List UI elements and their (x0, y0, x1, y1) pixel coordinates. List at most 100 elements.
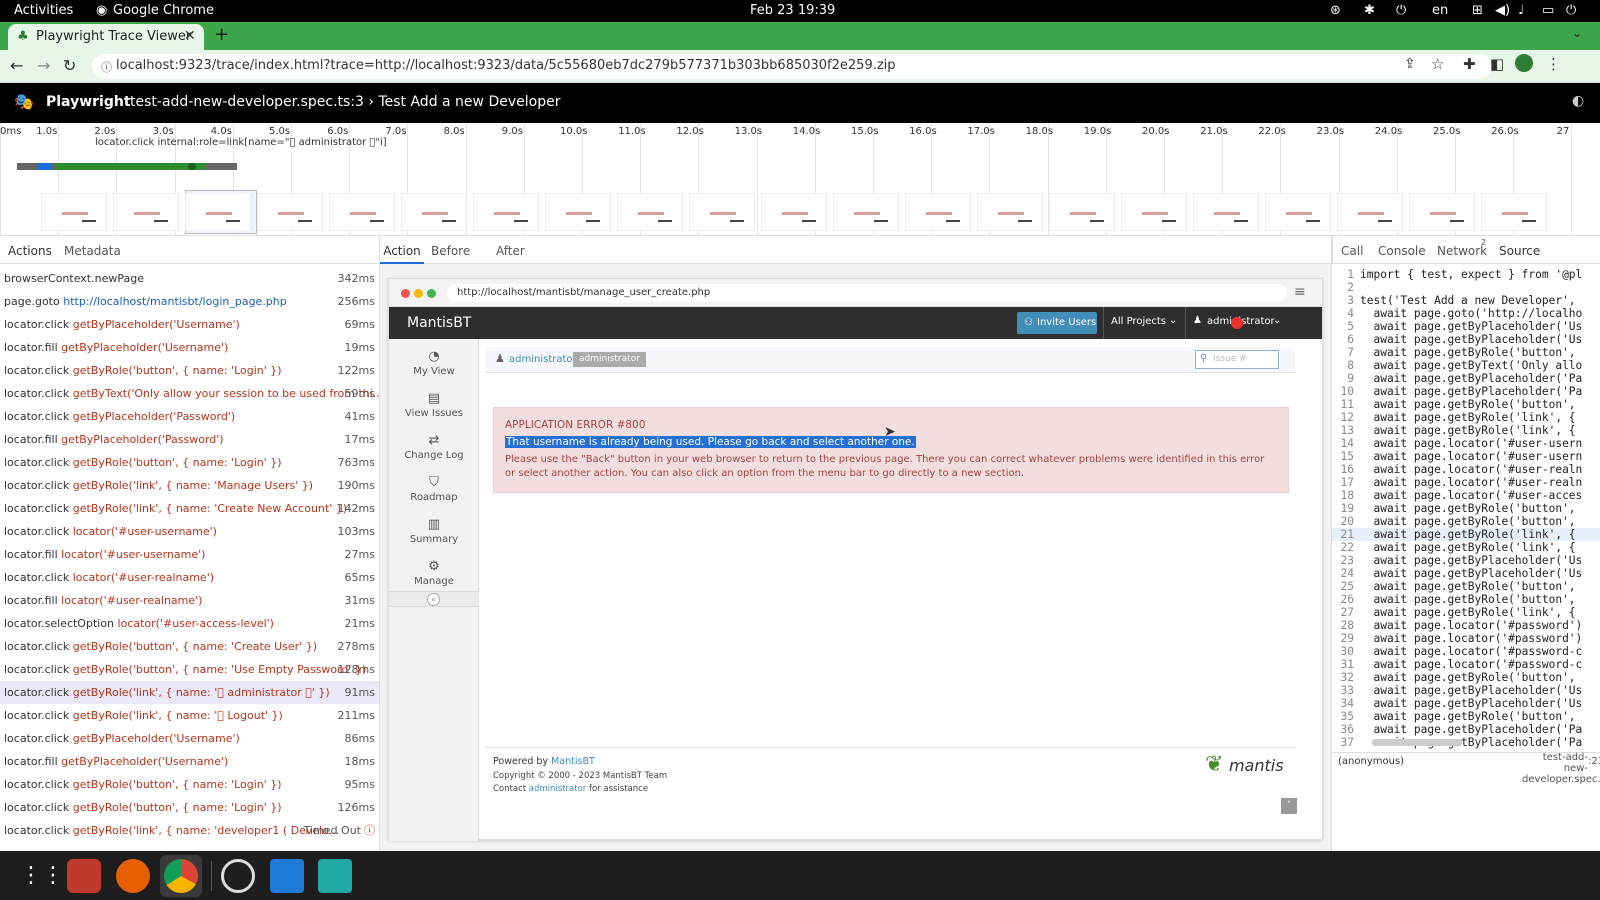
filmstrip-thumbnail[interactable] (1121, 193, 1187, 231)
chrome-dock-active[interactable] (160, 855, 202, 897)
action-row[interactable]: locator.click getByPlaceholder('Username… (0, 313, 379, 336)
chrome-menu-icon[interactable]: ⋮ (1546, 55, 1561, 73)
filmstrip-thumbnail[interactable] (545, 193, 611, 231)
vscode-icon[interactable] (270, 859, 304, 893)
back-icon[interactable]: ← (10, 56, 23, 75)
sidebar-item[interactable]: ⇄ Change Log (389, 429, 479, 471)
sidebar-item[interactable]: ▥ Summary (389, 513, 479, 555)
sidebar-item[interactable]: ◔ My View (389, 345, 479, 387)
action-row[interactable]: locator.click getByRole('button', { name… (0, 635, 379, 658)
extensions-icon[interactable]: ✚ (1463, 55, 1476, 73)
action-row[interactable]: locator.click locator('#user-realname') 6… (0, 566, 379, 589)
filmstrip-thumbnail[interactable] (1409, 193, 1475, 231)
clock[interactable]: Feb 23 19:39 (750, 3, 835, 18)
battery-icon[interactable]: ▭ (1542, 3, 1554, 18)
site-info-icon[interactable]: ⓘ (101, 59, 112, 75)
action-row[interactable]: locator.fill getByPlaceholder('Username'… (0, 750, 379, 773)
power-menu-icon[interactable]: ⏻ (1566, 3, 1576, 18)
mantis-brand[interactable]: MantisBT (407, 315, 471, 331)
all-projects-dropdown[interactable]: All Projects (1111, 316, 1166, 327)
action-row[interactable]: locator.click getByRole('button', { name… (0, 658, 379, 681)
address-bar[interactable]: ⓘ localhost:9323/trace/index.html?trace=… (92, 54, 1492, 79)
action-row[interactable]: locator.click getByPlaceholder('Username… (0, 727, 379, 750)
filmstrip-thumbnail[interactable] (617, 193, 683, 231)
tab-metadata[interactable]: Metadata (64, 244, 121, 258)
tab-actions[interactable]: Actions (8, 244, 52, 258)
tab-call[interactable]: Call (1341, 244, 1363, 258)
action-row[interactable]: locator.click getByRole('button', { name… (0, 451, 379, 474)
tab-search-icon[interactable]: ⌄ (1572, 26, 1582, 40)
language-indicator[interactable]: en (1432, 3, 1448, 18)
action-row[interactable]: locator.click getByRole('link', { name: … (0, 681, 379, 704)
tab-console[interactable]: Console (1378, 244, 1426, 258)
app-menu[interactable]: Google Chrome (113, 3, 214, 18)
stack-frame-fn[interactable]: (anonymous) (1338, 756, 1404, 767)
share-icon[interactable]: ⇪ (1404, 56, 1416, 72)
filmstrip-thumbnail[interactable] (689, 193, 755, 231)
sidebar-item[interactable]: ▤ View Issues (389, 387, 479, 429)
scroll-top-button[interactable]: ˄ (1281, 798, 1297, 814)
sidebar-collapse[interactable]: « (389, 591, 479, 607)
filmstrip-thumbnail[interactable] (41, 193, 107, 231)
obs-icon[interactable] (221, 859, 255, 893)
network-icon[interactable]: ⊞ (1472, 3, 1483, 18)
action-row[interactable]: locator.fill locator('#user-realname') 31… (0, 589, 379, 612)
filmstrip-thumbnail[interactable] (185, 193, 251, 231)
action-row[interactable]: locator.click getByRole('link', { name: … (0, 819, 379, 842)
reload-icon[interactable]: ↻ (63, 56, 76, 75)
mantisbt-link[interactable]: MantisBT (551, 756, 595, 767)
power-tray-icon[interactable]: ⏻ (1396, 3, 1406, 18)
forward-icon[interactable]: → (37, 56, 50, 75)
filmstrip-thumbnail[interactable] (1337, 193, 1403, 231)
filmstrip-thumbnail[interactable] (401, 193, 467, 231)
filmstrip-thumbnail[interactable] (1193, 193, 1259, 231)
snapshot-menu-icon[interactable]: ≡ (1294, 284, 1306, 300)
theme-toggle-icon[interactable]: ◐ (1572, 93, 1584, 109)
tab-after[interactable]: After (496, 244, 525, 258)
issue-search-input[interactable]: ⚲ Issue # (1195, 350, 1279, 369)
action-row[interactable]: locator.click getByRole('button', { name… (0, 796, 379, 819)
action-row[interactable]: locator.click getByRole('link', { name: … (0, 704, 379, 727)
filmstrip-thumbnail[interactable] (977, 193, 1043, 231)
action-row[interactable]: locator.click getByRole('button', { name… (0, 773, 379, 796)
sidebar-item[interactable]: ⛉ Roadmap (389, 471, 479, 513)
apps-grid-icon[interactable]: ⋮⋮ (20, 859, 64, 893)
dbeaver-icon[interactable] (67, 859, 101, 893)
activities-button[interactable]: Activities (14, 3, 73, 18)
filmstrip-thumbnail[interactable] (113, 193, 179, 231)
timeline[interactable]: 0ms 1.0s 2.0s 3.0s 4.0s 5.0s 6.0s 7.0s 8.0s 9.0s 1… (0, 123, 1600, 236)
side-panel-icon[interactable]: ◧ (1490, 55, 1504, 73)
tab-action[interactable]: Action (380, 244, 424, 258)
steam-tray-icon[interactable]: ⊛ (1330, 3, 1341, 18)
filmstrip-thumbnail[interactable] (1481, 193, 1547, 231)
action-row[interactable]: browserContext.newPage 342ms (0, 267, 379, 290)
firefox-icon[interactable] (116, 859, 150, 893)
tab-before[interactable]: Before (431, 244, 470, 258)
filmstrip-thumbnail[interactable] (761, 193, 827, 231)
action-row[interactable]: locator.click getByText('Only allow your… (0, 382, 379, 405)
action-row[interactable]: locator.click getByRole('link', { name: … (0, 474, 379, 497)
code-horizontal-scrollbar[interactable] (1372, 739, 1462, 746)
action-row[interactable]: page.goto http://localhost/mantisbt/logi… (0, 290, 379, 313)
filmstrip-thumbnail[interactable] (473, 193, 539, 231)
close-tab-icon[interactable]: ✕ (184, 28, 196, 44)
slack-tray-icon[interactable]: ✱ (1364, 3, 1375, 18)
bookmark-star-icon[interactable]: ☆ (1431, 55, 1444, 73)
profile-avatar[interactable] (1515, 54, 1533, 72)
source-code[interactable]: 1 import { test, expect } from '@pl 2 3 test… (1332, 264, 1600, 752)
action-row[interactable]: locator.selectOption locator('#user-acce… (0, 612, 379, 635)
filmstrip-thumbnail[interactable] (329, 193, 395, 231)
tab-source[interactable]: Source (1499, 244, 1540, 258)
filmstrip-thumbnail[interactable] (1265, 193, 1331, 231)
vscode-insiders-icon[interactable] (318, 859, 352, 893)
action-row[interactable]: locator.fill getByPlaceholder('Password'… (0, 428, 379, 451)
filmstrip-thumbnail[interactable] (905, 193, 971, 231)
action-row[interactable]: locator.click getByRole('link', { name: … (0, 497, 379, 520)
action-row[interactable]: locator.fill locator('#user-username') 27… (0, 543, 379, 566)
breadcrumb-user-link[interactable]: administrator (509, 354, 577, 365)
filmstrip-thumbnail[interactable] (833, 193, 899, 231)
contact-admin-link[interactable]: administrator (529, 784, 587, 794)
tab-network[interactable]: Network (1437, 244, 1487, 258)
filmstrip-thumbnail[interactable] (1049, 193, 1115, 231)
microphone-icon[interactable]: ♩ (1518, 3, 1524, 18)
